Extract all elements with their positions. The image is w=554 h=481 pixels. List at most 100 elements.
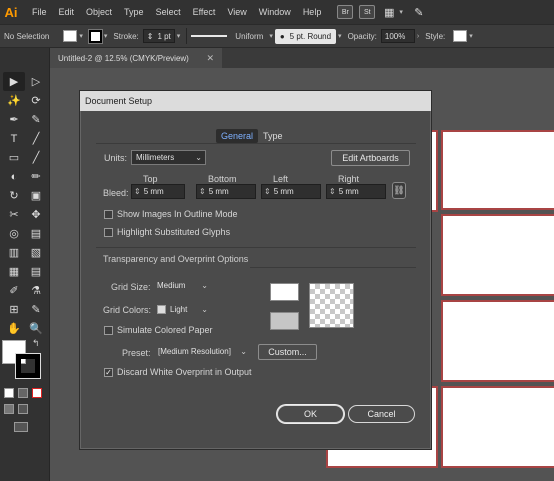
type-tool-icon[interactable]: T: [3, 129, 25, 148]
chevron-right-icon[interactable]: ›: [417, 33, 419, 40]
units-dropdown[interactable]: Millimeters ⌄: [131, 150, 206, 165]
rotate-tool-icon[interactable]: ↻: [3, 186, 25, 205]
gradient-tool-icon[interactable]: ▧: [25, 243, 47, 262]
pen-tool-icon[interactable]: ✒: [3, 110, 25, 129]
highlight-glyphs-checkbox[interactable]: Highlight Substituted Glyphs: [104, 227, 230, 237]
menu-window[interactable]: Window: [253, 7, 297, 17]
fill-swatch[interactable]: [63, 30, 78, 42]
menu-edit[interactable]: Edit: [53, 7, 81, 17]
spinner-icon[interactable]: ⇕: [327, 187, 339, 196]
spinner-icon[interactable]: ⇕: [262, 187, 274, 196]
swap-fill-stroke-icon[interactable]: ↰: [32, 338, 40, 349]
column-graph-tool-icon[interactable]: ▤: [25, 262, 47, 281]
symbol-sprayer-tool-icon[interactable]: ▦: [3, 262, 25, 281]
checkbox-box[interactable]: [104, 209, 113, 219]
edit-artboards-button[interactable]: Edit Artboards: [331, 150, 410, 166]
stroke-weight-field[interactable]: ⇕ 1 pt: [142, 29, 175, 43]
discard-white-checkbox[interactable]: ✓ Discard White Overprint in Output: [104, 367, 252, 377]
chevron-down-icon[interactable]: ▾: [79, 32, 83, 40]
lasso-tool-icon[interactable]: ⟳: [25, 91, 47, 110]
chevron-down-icon[interactable]: ▾: [269, 32, 273, 40]
link-bleed-icon[interactable]: ⛓: [392, 182, 406, 199]
bleed-right-field[interactable]: ⇕ 5 mm: [326, 184, 386, 199]
grid-preview-gray-swatch[interactable]: [270, 312, 299, 330]
artboard-tool-icon[interactable]: ⊞: [3, 300, 25, 319]
tab-type[interactable]: Type: [258, 129, 288, 143]
workspace-grid-icon[interactable]: ▦: [381, 5, 397, 19]
bridge-icon[interactable]: Br: [337, 5, 354, 19]
checkbox-box[interactable]: ✓: [104, 367, 113, 377]
slice-tool-icon[interactable]: ✎: [25, 300, 47, 319]
stroke-color-box[interactable]: [15, 353, 41, 379]
close-icon[interactable]: ✕: [206, 53, 214, 64]
show-images-outline-checkbox[interactable]: Show Images In Outline Mode: [104, 209, 238, 219]
spinner-icon[interactable]: ⇕: [132, 187, 144, 196]
shaper-tool-icon[interactable]: ◐: [3, 167, 25, 186]
menu-view[interactable]: View: [221, 7, 252, 17]
checkbox-box[interactable]: [104, 227, 113, 237]
menu-select[interactable]: Select: [150, 7, 187, 17]
cancel-button[interactable]: Cancel: [348, 405, 415, 423]
rectangle-tool-icon[interactable]: ▭: [3, 148, 25, 167]
bleed-left-field[interactable]: ⇕ 5 mm: [261, 184, 321, 199]
menu-help[interactable]: Help: [297, 7, 328, 17]
stock-icon[interactable]: St: [359, 5, 376, 19]
artboard[interactable]: [441, 300, 554, 382]
document-tab[interactable]: Untitled-2 @ 12.5% (CMYK/Preview) ✕: [50, 48, 222, 68]
tab-general[interactable]: General: [216, 129, 259, 143]
chevron-down-icon[interactable]: ▾: [104, 32, 108, 40]
hand-tool-icon[interactable]: ✋: [3, 319, 25, 338]
magic-wand-tool-icon[interactable]: ✨: [3, 91, 25, 110]
spinner-icon[interactable]: ⇕: [147, 32, 154, 41]
width-tool-icon[interactable]: ✂: [3, 205, 25, 224]
chevron-down-icon[interactable]: ▾: [338, 32, 342, 40]
chevron-down-icon[interactable]: ▾: [399, 8, 403, 16]
chevron-down-icon[interactable]: ▾: [469, 32, 473, 40]
gradient-mode-icon[interactable]: [18, 388, 28, 398]
spinner-icon[interactable]: ⇕: [197, 187, 209, 196]
custom-button[interactable]: Custom...: [258, 344, 317, 360]
brush-definition-dropdown[interactable]: ● 5 pt. Round: [274, 28, 337, 44]
none-mode-icon[interactable]: [32, 388, 42, 398]
stroke-profile-value[interactable]: Uniform: [231, 32, 267, 41]
perspective-grid-tool-icon[interactable]: ▤: [25, 224, 47, 243]
eraser-tool-icon[interactable]: ✏: [25, 167, 47, 186]
shape-builder-tool-icon[interactable]: ◎: [3, 224, 25, 243]
style-swatch[interactable]: [453, 30, 468, 42]
eyedropper-tool-icon[interactable]: ✐: [3, 281, 25, 300]
opacity-field[interactable]: 100%: [380, 29, 415, 43]
menu-object[interactable]: Object: [80, 7, 118, 17]
curvature-tool-icon[interactable]: ✎: [25, 110, 47, 129]
grid-colors-dropdown[interactable]: Light ⌄: [153, 302, 211, 317]
chevron-down-icon[interactable]: ▾: [177, 32, 181, 40]
draw-behind-icon[interactable]: [18, 404, 28, 414]
draw-normal-icon[interactable]: [4, 404, 14, 414]
checkbox-box[interactable]: [104, 325, 113, 335]
artboard[interactable]: [441, 130, 554, 210]
screen-mode-icon[interactable]: [14, 422, 28, 432]
color-mode-icon[interactable]: [4, 388, 14, 398]
bleed-top-field[interactable]: ⇕ 5 mm: [131, 184, 185, 199]
preset-dropdown[interactable]: [Medium Resolution] ⌄: [154, 344, 250, 359]
grid-size-dropdown[interactable]: Medium ⌄: [153, 278, 211, 293]
selection-tool-icon[interactable]: ▶: [3, 72, 25, 91]
bleed-bottom-field[interactable]: ⇕ 5 mm: [196, 184, 256, 199]
ok-button[interactable]: OK: [277, 405, 344, 423]
zoom-tool-icon[interactable]: 🔍: [25, 319, 47, 338]
direct-selection-tool-icon[interactable]: ▷: [25, 72, 47, 91]
blend-tool-icon[interactable]: ⚗: [25, 281, 47, 300]
simulate-paper-checkbox[interactable]: Simulate Colored Paper: [104, 325, 213, 335]
free-transform-tool-icon[interactable]: ✥: [25, 205, 47, 224]
stroke-swatch[interactable]: [87, 28, 103, 44]
mesh-tool-icon[interactable]: ▥: [3, 243, 25, 262]
menu-file[interactable]: File: [26, 7, 53, 17]
menu-effect[interactable]: Effect: [187, 7, 222, 17]
scale-tool-icon[interactable]: ▣: [25, 186, 47, 205]
artboard[interactable]: [441, 214, 554, 296]
artboard[interactable]: [441, 386, 554, 468]
gpu-performance-icon[interactable]: ✎: [411, 5, 427, 19]
grid-preview-white-swatch[interactable]: [270, 283, 299, 301]
menu-type[interactable]: Type: [118, 7, 150, 17]
line-tool-icon[interactable]: ╱: [25, 129, 47, 148]
pencil-tool-icon[interactable]: ╱: [25, 148, 47, 167]
